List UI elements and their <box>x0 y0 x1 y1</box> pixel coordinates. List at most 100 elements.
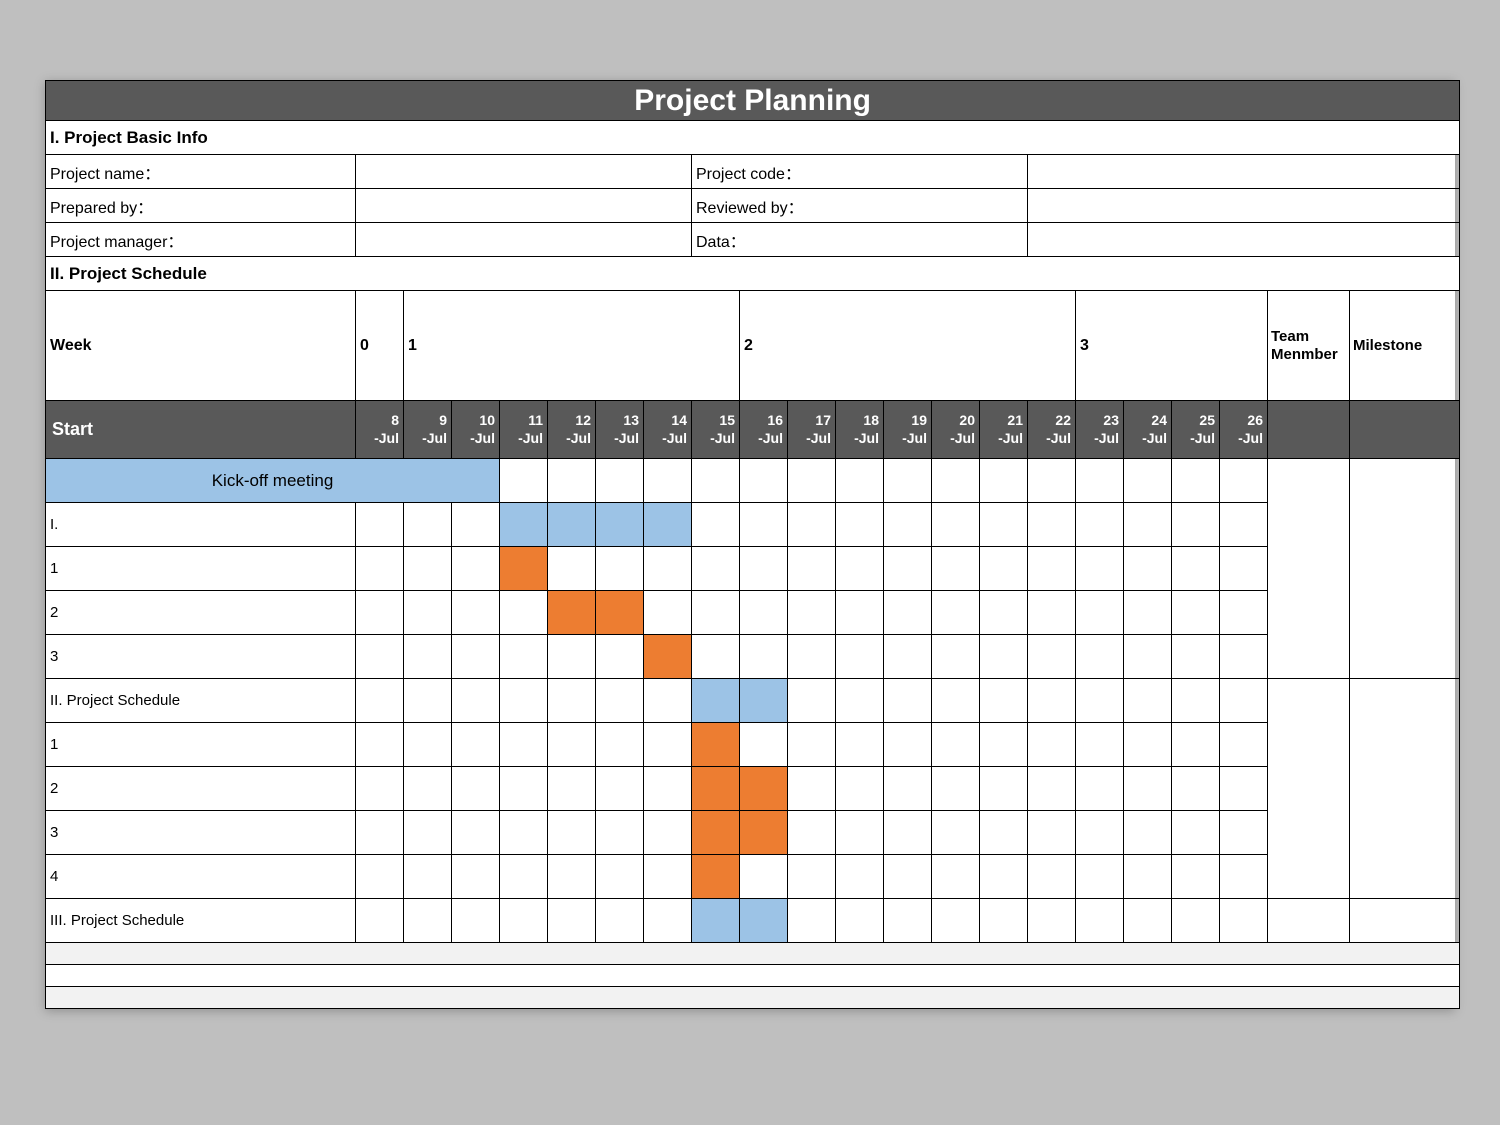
gantt-cell[interactable] <box>1172 503 1220 547</box>
gantt-cell[interactable] <box>884 855 932 899</box>
gantt-cell[interactable] <box>932 767 980 811</box>
gantt-cell[interactable] <box>1220 635 1268 679</box>
gantt-cell[interactable] <box>596 679 644 723</box>
gantt-cell[interactable] <box>788 767 836 811</box>
gantt-cell[interactable] <box>980 547 1028 591</box>
gantt-cell[interactable] <box>1028 503 1076 547</box>
gantt-cell[interactable] <box>788 635 836 679</box>
gantt-cell[interactable] <box>404 591 452 635</box>
gantt-cell[interactable] <box>980 591 1028 635</box>
gantt-cell[interactable] <box>404 899 452 943</box>
gantt-cell[interactable] <box>596 899 644 943</box>
gantt-cell[interactable] <box>1220 591 1268 635</box>
gantt-cell[interactable] <box>1076 723 1124 767</box>
gantt-cell[interactable] <box>1028 679 1076 723</box>
gantt-cell[interactable] <box>788 679 836 723</box>
gantt-cell[interactable] <box>500 547 548 591</box>
gantt-cell[interactable] <box>548 459 596 503</box>
task-s1-1[interactable]: 1 <box>46 547 356 591</box>
gantt-cell[interactable] <box>1220 547 1268 591</box>
gantt-cell[interactable] <box>500 767 548 811</box>
gantt-cell[interactable] <box>1076 767 1124 811</box>
gantt-cell[interactable] <box>884 679 932 723</box>
gantt-cell[interactable] <box>932 591 980 635</box>
gantt-cell[interactable] <box>788 811 836 855</box>
gantt-cell[interactable] <box>1076 503 1124 547</box>
gantt-cell[interactable] <box>740 459 788 503</box>
gantt-cell[interactable] <box>884 811 932 855</box>
task-s2-4[interactable]: 4 <box>46 855 356 899</box>
value-project-name[interactable] <box>356 155 692 189</box>
gantt-cell[interactable] <box>500 635 548 679</box>
gantt-cell[interactable] <box>980 767 1028 811</box>
gantt-cell[interactable] <box>452 591 500 635</box>
gantt-cell[interactable] <box>1028 591 1076 635</box>
gantt-cell[interactable] <box>1124 547 1172 591</box>
gantt-cell[interactable] <box>980 811 1028 855</box>
gantt-cell[interactable] <box>884 723 932 767</box>
gantt-cell[interactable] <box>404 855 452 899</box>
gantt-cell[interactable] <box>644 855 692 899</box>
gantt-cell[interactable] <box>356 723 404 767</box>
gantt-cell[interactable] <box>836 899 884 943</box>
gantt-cell[interactable] <box>1172 767 1220 811</box>
gantt-cell[interactable] <box>740 547 788 591</box>
gantt-cell[interactable] <box>548 547 596 591</box>
gantt-cell[interactable] <box>932 855 980 899</box>
gantt-cell[interactable] <box>404 679 452 723</box>
milestone-cell[interactable] <box>1350 679 1460 899</box>
gantt-cell[interactable] <box>980 459 1028 503</box>
task-s2[interactable]: II. Project Schedule <box>46 679 356 723</box>
gantt-cell[interactable] <box>1028 855 1076 899</box>
gantt-cell[interactable] <box>404 635 452 679</box>
gantt-cell[interactable] <box>1172 459 1220 503</box>
gantt-cell[interactable] <box>932 811 980 855</box>
task-s2-3[interactable]: 3 <box>46 811 356 855</box>
gantt-cell[interactable] <box>740 811 788 855</box>
task-s3[interactable]: III. Project Schedule <box>46 899 356 943</box>
gantt-cell[interactable] <box>1220 899 1268 943</box>
gantt-cell[interactable] <box>596 855 644 899</box>
gantt-cell[interactable] <box>644 503 692 547</box>
gantt-cell[interactable] <box>596 547 644 591</box>
gantt-cell[interactable] <box>596 635 644 679</box>
gantt-cell[interactable] <box>836 855 884 899</box>
gantt-cell[interactable] <box>356 547 404 591</box>
gantt-cell[interactable] <box>1220 459 1268 503</box>
gantt-cell[interactable] <box>1124 855 1172 899</box>
gantt-cell[interactable] <box>836 811 884 855</box>
gantt-cell[interactable] <box>1172 679 1220 723</box>
gantt-cell[interactable] <box>1172 723 1220 767</box>
value-project-code[interactable] <box>1028 155 1460 189</box>
gantt-cell[interactable] <box>596 459 644 503</box>
gantt-cell[interactable] <box>1076 547 1124 591</box>
gantt-cell[interactable] <box>1028 459 1076 503</box>
gantt-cell[interactable] <box>980 899 1028 943</box>
gantt-cell[interactable] <box>500 459 548 503</box>
value-prepared-by[interactable] <box>356 189 692 223</box>
gantt-cell[interactable] <box>692 591 740 635</box>
gantt-cell[interactable] <box>500 591 548 635</box>
gantt-cell[interactable] <box>644 723 692 767</box>
gantt-cell[interactable] <box>1076 855 1124 899</box>
gantt-cell[interactable] <box>1172 899 1220 943</box>
empty-row[interactable] <box>46 965 1460 987</box>
task-s1-2[interactable]: 2 <box>46 591 356 635</box>
value-project-manager[interactable] <box>356 223 692 257</box>
empty-row[interactable] <box>46 987 1460 1009</box>
gantt-cell[interactable] <box>1172 811 1220 855</box>
gantt-cell[interactable] <box>1076 811 1124 855</box>
gantt-cell[interactable] <box>1172 855 1220 899</box>
gantt-cell[interactable] <box>980 723 1028 767</box>
gantt-cell[interactable] <box>356 679 404 723</box>
gantt-cell[interactable] <box>452 679 500 723</box>
task-kickoff[interactable]: Kick-off meeting <box>46 459 500 503</box>
gantt-cell[interactable] <box>1220 503 1268 547</box>
gantt-cell[interactable] <box>1124 679 1172 723</box>
gantt-cell[interactable] <box>884 767 932 811</box>
gantt-cell[interactable] <box>836 679 884 723</box>
gantt-cell[interactable] <box>932 503 980 547</box>
gantt-cell[interactable] <box>836 591 884 635</box>
gantt-cell[interactable] <box>740 855 788 899</box>
task-s2-1[interactable]: 1 <box>46 723 356 767</box>
